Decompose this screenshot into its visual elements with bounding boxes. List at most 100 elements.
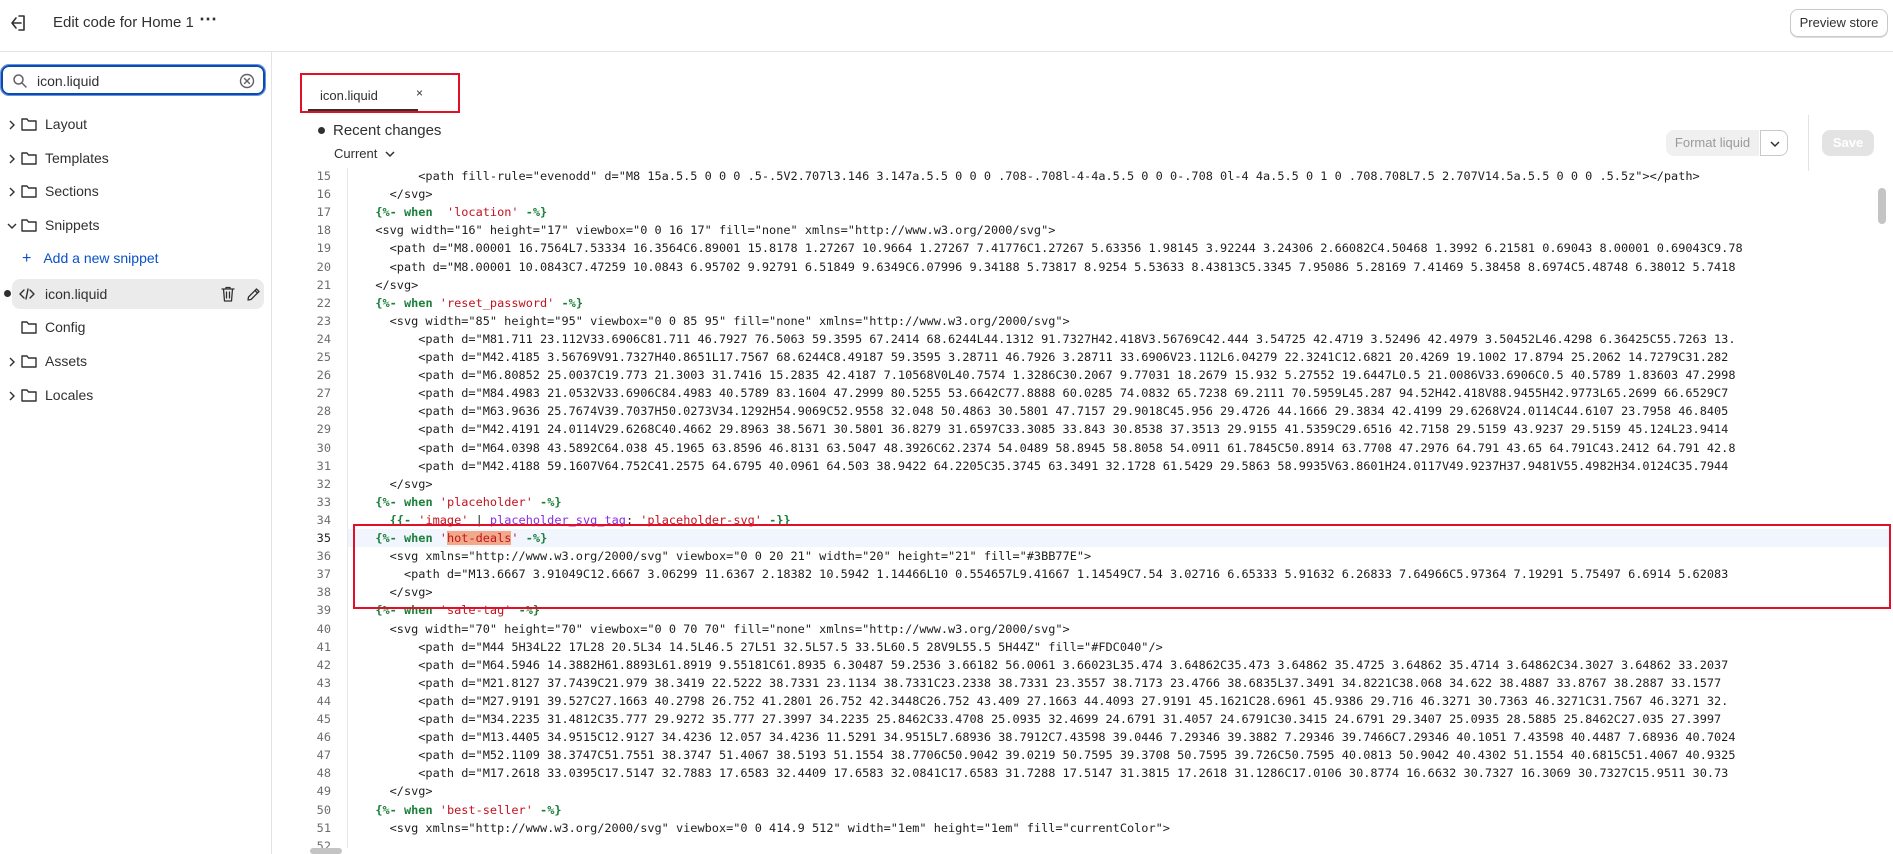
folder-icon [20,217,38,233]
folder-icon [20,116,38,132]
folder-config[interactable]: Config [0,312,262,342]
search-icon [12,73,28,89]
folder-label: Snippets [45,217,100,233]
chevron-down-icon [6,219,18,231]
line-number: 31 [316,458,331,473]
chevron-right-icon [6,152,18,164]
unsaved-dot [318,126,325,134]
line-number: 45 [316,712,331,726]
folder-locales[interactable]: Locales [0,380,262,410]
code-line: </svg> [361,784,433,799]
line-number: 50 [316,802,331,817]
line-number: 26 [316,368,331,383]
folder-label: Sections [45,183,99,199]
folder-icon [20,387,38,403]
line-number: 29 [316,422,331,437]
save-button[interactable]: Save [1822,130,1874,156]
exit-icon[interactable] [7,12,29,34]
chevron-right-icon [6,185,18,197]
chevron-down-icon [385,146,395,161]
format-options-button[interactable] [1760,130,1788,156]
folder-icon [20,353,38,369]
code-line: <path d="M8.00001 10.0843C7.47259 10.084… [361,259,1736,274]
more-actions-icon[interactable]: ⋯ [198,10,218,32]
line-number: 27 [316,386,331,401]
line-number: 21 [316,277,331,292]
chevron-right-icon [6,355,18,367]
add-snippet-link[interactable]: + Add a new snippet [22,250,159,268]
code-line: <path d="M21.8127 37.7439C21.979 38.3419… [361,675,1722,690]
code-line: </svg> [361,476,433,491]
folder-label: Assets [45,353,88,369]
unsaved-indicator [4,290,11,297]
code-line: {%- when 'best-seller' -%} [375,802,562,817]
code-line: </svg> [361,187,433,202]
recent-changes-toggle[interactable]: Recent changes [318,122,441,139]
format-liquid-button[interactable]: Format liquid [1666,130,1759,156]
code-line: <path d="M64.5946 14.3882H61.8893L61.891… [361,657,1729,672]
code-line: <path d="M84.4983 21.0532V33.6906C84.498… [361,386,1729,401]
version-select[interactable]: Current [334,146,395,161]
line-number: 19 [316,241,331,256]
close-tab-icon[interactable]: × [416,86,423,100]
vertical-scrollbar[interactable] [1878,188,1886,224]
line-number: 46 [316,730,331,745]
trash-icon[interactable] [220,285,236,303]
divider [1808,115,1809,171]
chevron-down-icon [1770,141,1780,148]
code-line: <path d="M34.2235 31.4812C35.777 29.9272… [361,712,1722,726]
line-number: 38 [316,585,331,600]
folder-icon [20,319,38,335]
line-number: 30 [316,440,331,455]
folder-label: Layout [45,116,88,132]
search-input[interactable] [37,71,227,91]
code-line: <path d="M81.711 23.112V33.6906C81.711 4… [361,331,1736,346]
line-number: 42 [316,657,331,672]
add-snippet-label: Add a new snippet [43,250,159,266]
code-line: <path d="M8.00001 16.7564L7.53334 16.356… [361,241,1743,256]
highlight-box [353,524,1891,609]
code-line: <path d="M27.9191 39.527C27.1663 40.2798… [361,693,1729,708]
folder-layout[interactable]: Layout [0,109,262,139]
page-title: Edit code for Home 1 [53,14,194,31]
code-line: <path d="M17.2618 33.0395C17.5147 32.788… [361,766,1729,781]
line-number: 47 [316,748,331,763]
plus-icon: + [22,250,32,267]
tab-icon-liquid[interactable]: icon.liquid × [308,77,423,111]
code-line: {%- when 'reset_password' -%} [375,295,583,310]
tab-label: icon.liquid [320,88,378,103]
folder-snippets[interactable]: Snippets [0,210,262,240]
chevron-right-icon [6,118,18,130]
preview-store-button[interactable]: Preview store [1790,9,1888,37]
folder-sections[interactable]: Sections [0,176,262,206]
line-number: 24 [316,331,331,346]
horizontal-scrollbar[interactable] [310,848,342,854]
line-number: 23 [316,313,331,328]
code-line: <path d="M63.9636 25.7674V39.7037H50.027… [361,404,1729,419]
file-label: icon.liquid [45,286,108,302]
code-line: <svg xmlns="http://www.w3.org/2000/svg" … [361,820,1170,835]
clear-search-icon[interactable] [238,72,256,90]
recent-changes-label: Recent changes [333,122,442,139]
folder-templates[interactable]: Templates [0,143,262,173]
code-line: <svg width="16" height="17" viewbox="0 0… [361,223,1056,238]
code-line: <path d="M42.4191 24.0114V29.6268C40.466… [361,422,1729,437]
code-line: <path fill-rule="evenodd" d="M8 15a.5.5 … [361,169,1700,183]
line-number: 40 [316,621,331,636]
chevron-right-icon [6,389,18,401]
line-number-gutter: 15 16 17 18 19 20 21 22 23 24 25 26 27 28 29 30 31 32 33 34… [305,168,348,848]
code-editor[interactable]: 15 16 17 18 19 20 21 22 23 24 25 26 27 28 29 30 31 32 33 34… [305,168,1890,848]
code-line: <path d="M13.4405 34.9515C12.9127 34.423… [361,730,1736,745]
line-number: 49 [316,784,331,799]
line-number: 32 [316,476,331,491]
folder-assets[interactable]: Assets [0,346,262,376]
file-item-icon-liquid[interactable]: icon.liquid [12,279,264,309]
line-number: 37 [316,567,331,582]
line-number: 15 [316,169,331,183]
code-line: <path d="M42.4185 3.56769V91.7327H40.865… [361,350,1729,364]
pencil-icon[interactable] [245,285,261,303]
line-number: 35 [316,531,331,545]
line-number: 25 [316,350,331,364]
file-search [0,64,266,96]
tab-bar: icon.liquid × [300,73,460,113]
